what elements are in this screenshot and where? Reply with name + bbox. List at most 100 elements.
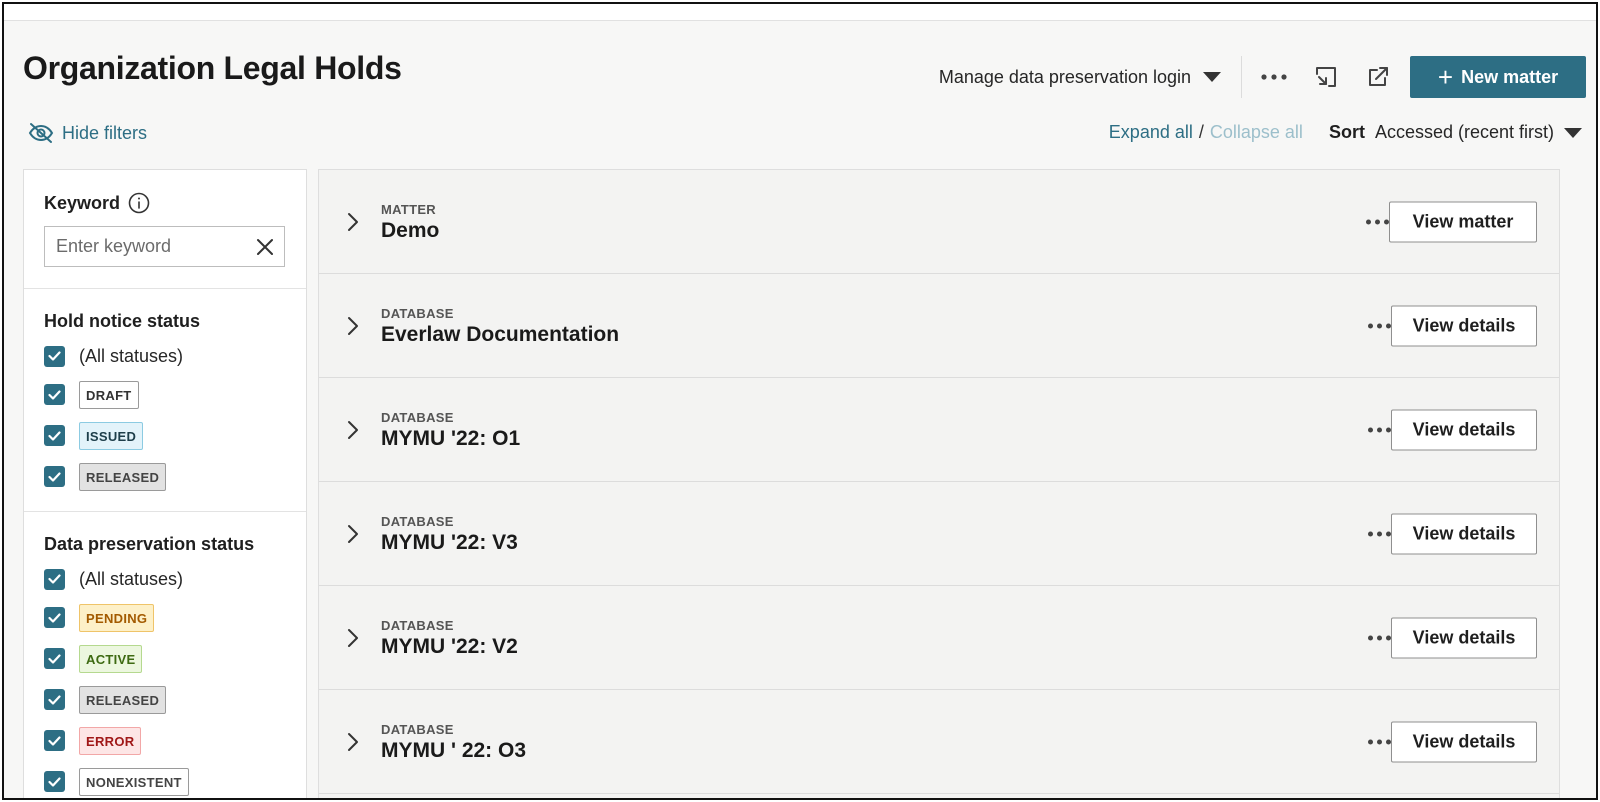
new-matter-label: New matter	[1461, 66, 1559, 87]
external-link-icon	[1369, 67, 1388, 86]
hide-filters-link[interactable]: Hide filters	[28, 122, 147, 144]
manage-preservation-dropdown[interactable]: Manage data preservation login	[939, 56, 1242, 98]
chevron-down-icon[interactable]	[1564, 127, 1582, 138]
checkbox-checked-icon[interactable]	[44, 345, 65, 367]
row-more-icon[interactable]	[1368, 323, 1391, 328]
hold-notice-issued-option[interactable]: ISSUED	[44, 415, 286, 456]
row-text: DATABASE Everlaw Documentation	[381, 306, 619, 347]
checkbox-checked-icon[interactable]	[44, 771, 65, 792]
keyword-filter: Keyword Enter keyword	[24, 170, 306, 289]
checkbox-checked-icon[interactable]	[44, 607, 65, 628]
more-options-button[interactable]	[1248, 56, 1300, 98]
clear-icon[interactable]	[256, 238, 274, 256]
row-text: DATABASE MYMU '22: V2	[381, 618, 518, 659]
released-badge: RELEASED	[79, 462, 167, 491]
data-preservation-active-option[interactable]: ACTIVE	[44, 638, 286, 679]
checkbox-checked-icon[interactable]	[44, 689, 65, 710]
chevron-right-icon[interactable]	[347, 212, 359, 232]
data-preservation-title: Data preservation status	[44, 534, 255, 554]
row-type: DATABASE	[381, 618, 454, 633]
row-text: DATABASE MYMU '22: O1	[381, 410, 520, 451]
row-more-icon[interactable]	[1368, 635, 1391, 640]
page-title: Organization Legal Holds	[23, 50, 402, 86]
expand-all-link[interactable]: Expand all	[1109, 122, 1193, 143]
view-details-button[interactable]: View details	[1391, 305, 1537, 346]
row-type: DATABASE	[381, 410, 454, 425]
filters-panel: Keyword Enter keyword Hold notice status…	[23, 169, 307, 798]
data-preservation-nonexistent-option[interactable]: NONEXISTENT	[44, 761, 286, 798]
data-preservation-all-label: (All statuses)	[79, 568, 184, 589]
hold-notice-filter: Hold notice status (All statuses) DRAFT …	[24, 289, 306, 512]
hold-notice-all-label: (All statuses)	[79, 345, 184, 366]
chevron-right-icon[interactable]	[347, 420, 359, 440]
chevron-right-icon[interactable]	[347, 628, 359, 648]
pending-badge: PENDING	[79, 603, 155, 632]
import-button[interactable]	[1300, 56, 1352, 98]
row-type: DATABASE	[381, 306, 454, 321]
keyword-input[interactable]: Enter keyword	[44, 226, 285, 267]
chevron-right-icon[interactable]	[347, 524, 359, 544]
keyword-label: Keyword	[44, 192, 121, 213]
list-item[interactable]: DATABASE Everlaw Documentation View deta…	[319, 274, 1559, 378]
hold-notice-draft-option[interactable]: DRAFT	[44, 374, 286, 415]
chevron-right-icon[interactable]	[347, 732, 359, 752]
list-item[interactable]: MATTER Demo View matter	[319, 170, 1559, 274]
released-badge: RELEASED	[79, 685, 167, 714]
manage-preservation-label: Manage data preservation login	[938, 66, 1191, 87]
view-details-button[interactable]: View details	[1391, 409, 1537, 450]
list-item[interactable]: DATABASE MYMU ' 22: O3 View details	[319, 690, 1559, 794]
row-more-icon[interactable]	[1368, 739, 1391, 744]
chevron-right-icon[interactable]	[347, 316, 359, 336]
collapse-all-link[interactable]: Collapse all	[1210, 122, 1303, 143]
row-name: Everlaw Documentation	[381, 323, 620, 346]
hold-notice-title: Hold notice status	[44, 311, 201, 331]
chevron-down-icon	[1203, 72, 1221, 82]
checkbox-checked-icon[interactable]	[44, 384, 65, 405]
sort-dropdown[interactable]: Accessed (recent first)	[1375, 122, 1554, 143]
row-name: MYMU ' 22: O3	[381, 739, 527, 762]
row-type: DATABASE	[381, 514, 454, 529]
more-icon	[1261, 74, 1287, 80]
checkbox-checked-icon[interactable]	[44, 425, 65, 446]
row-more-icon[interactable]	[1368, 427, 1391, 432]
expand-collapse-separator: /	[1198, 122, 1204, 142]
view-details-button[interactable]: View details	[1391, 721, 1537, 762]
row-more-icon[interactable]	[1368, 531, 1391, 536]
checkbox-checked-icon[interactable]	[44, 568, 65, 590]
checkbox-checked-icon[interactable]	[44, 730, 65, 751]
open-external-button[interactable]	[1352, 56, 1404, 98]
keyword-label-row: Keyword	[44, 192, 286, 214]
hold-notice-all-option[interactable]: (All statuses)	[44, 338, 286, 374]
new-matter-button[interactable]: + New matter	[1410, 56, 1586, 98]
row-text: MATTER Demo	[381, 202, 439, 243]
row-more-icon[interactable]	[1366, 219, 1389, 224]
row-name: MYMU '22: V3	[381, 531, 518, 554]
list-item[interactable]: DATABASE MYMU '22: V3 View details	[319, 482, 1559, 586]
data-preservation-released-option[interactable]: RELEASED	[44, 679, 286, 720]
draft-badge: DRAFT	[79, 380, 139, 409]
data-preservation-error-option[interactable]: ERROR	[44, 720, 286, 761]
holds-list: MATTER Demo View matter DATABASE Everlaw…	[318, 169, 1560, 798]
hide-filters-label: Hide filters	[62, 122, 148, 143]
list-item[interactable]: DATABASE MYMU '22: O1 View details	[319, 378, 1559, 482]
checkbox-checked-icon[interactable]	[44, 648, 65, 669]
active-badge: ACTIVE	[79, 644, 143, 673]
row-name: Demo	[381, 219, 440, 242]
row-type: DATABASE	[381, 722, 454, 737]
sort-label: Sort	[1328, 122, 1365, 142]
view-details-button[interactable]: View details	[1391, 513, 1537, 554]
row-text: DATABASE MYMU ' 22: O3	[381, 722, 526, 763]
error-badge: ERROR	[79, 726, 142, 755]
header-actions: Manage data preservation login + New mat…	[939, 56, 1586, 98]
keyword-placeholder: Enter keyword	[56, 236, 172, 256]
data-preservation-pending-option[interactable]: PENDING	[44, 597, 286, 638]
info-icon[interactable]	[128, 192, 150, 214]
view-details-button[interactable]: View details	[1391, 617, 1537, 658]
hold-notice-released-option[interactable]: RELEASED	[44, 456, 286, 497]
data-preservation-all-option[interactable]: (All statuses)	[44, 561, 286, 597]
view-matter-button[interactable]: View matter	[1389, 201, 1537, 242]
row-type: MATTER	[381, 202, 436, 217]
checkbox-checked-icon[interactable]	[44, 466, 65, 487]
list-item[interactable]: DATABASE MYMU '22: V2 View details	[319, 586, 1559, 690]
plus-icon: +	[1437, 62, 1454, 92]
